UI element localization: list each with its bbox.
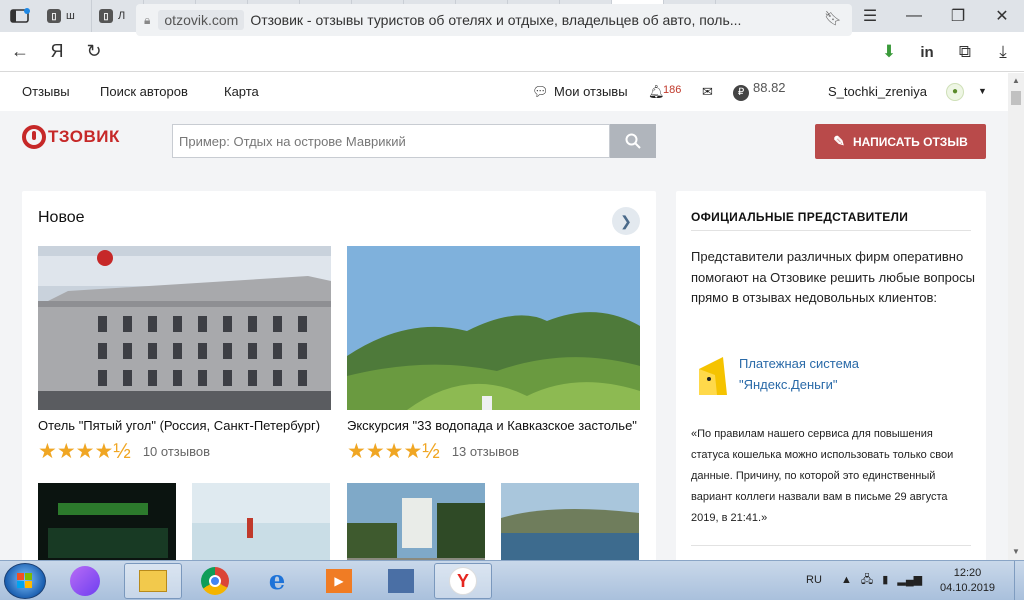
lock-icon[interactable]: 🔒︎ — [144, 13, 150, 28]
page-scrollbar[interactable]: ▲ ▼ — [1008, 73, 1024, 560]
item-title[interactable]: Отель "Пятый угол" (Россия, Санкт-Петерб… — [38, 418, 331, 433]
site-top-nav: Отзывы Поиск авторов Карта 💬︎ Мои отзывы… — [0, 73, 1008, 111]
scroll-up-icon[interactable]: ▲ — [1008, 73, 1024, 89]
url-page-title: Отзовик - отзывы туристов об отелях и от… — [250, 12, 742, 28]
site-header: ТЗОВИК Пример: Отдых на острове Маврикий… — [0, 111, 1008, 171]
back-arrow-icon[interactable]: ← — [0, 41, 40, 62]
page-body: Новое ❯ Отель "Пятый угол" (Россия, Санк… — [0, 171, 1008, 583]
points-value: 88.82 — [753, 80, 786, 95]
windows-taskbar: e ▶ Y RU ▲ 🖧︎ ▮ ▂▄▆ 12:20 04.10.2019 — [0, 560, 1024, 600]
username-link[interactable]: S_tochki_zreniya — [828, 84, 927, 99]
clock-time: 12:20 — [953, 567, 982, 579]
representatives-card: ОФИЦИАЛЬНЫЕ ПРЕДСТАВИТЕЛИ Представители … — [676, 191, 986, 583]
url-domain: otzovik.com — [158, 10, 245, 30]
search-input[interactable]: Пример: Отдых на острове Маврикий — [172, 124, 610, 158]
review-count[interactable]: 13 отзывов — [452, 444, 519, 459]
alice-icon[interactable] — [56, 563, 114, 599]
list-item[interactable]: Отель "Пятый угол" (Россия, Санкт-Петерб… — [38, 246, 331, 464]
tabs-menu-icon[interactable] — [0, 0, 40, 32]
mail-icon[interactable]: ✉ — [702, 84, 713, 100]
menu-icon[interactable]: ☰ — [848, 6, 892, 26]
search-button[interactable] — [610, 124, 656, 158]
system-clock[interactable]: 12:20 04.10.2019 — [940, 566, 995, 596]
chevron-down-icon[interactable]: ▼ — [978, 86, 987, 96]
media-player-icon[interactable]: ▶ — [310, 563, 368, 599]
restore-button[interactable]: ❐ — [936, 6, 980, 26]
write-review-button[interactable]: ✎ НАПИСАТЬ ОТЗЫВ — [815, 124, 986, 159]
page-icon: ▯ — [99, 9, 113, 23]
battery-icon[interactable]: ▮ — [882, 574, 888, 586]
browser-tab[interactable]: ▯ ш — [40, 0, 92, 32]
yandex-home-button[interactable]: Я — [40, 41, 74, 62]
divider — [691, 545, 971, 546]
new-section-title: Новое — [38, 209, 85, 226]
list-item[interactable]: Экскурсия "33 водопада и Кавказское заст… — [347, 246, 640, 464]
tab-label: ш — [66, 10, 75, 22]
excursion-photo[interactable] — [347, 246, 640, 410]
nav-author-search-link[interactable]: Поиск авторов — [100, 84, 188, 99]
pencil-icon: ✎ — [833, 133, 845, 149]
tab-label: Л — [118, 10, 126, 22]
network-icon[interactable]: 🖧︎ — [861, 574, 873, 586]
system-tray: RU ▲ 🖧︎ ▮ ▂▄▆ — [806, 571, 922, 590]
yandex-browser-icon[interactable]: Y — [434, 563, 492, 599]
nav-map-link[interactable]: Карта — [224, 84, 259, 99]
ruble-icon: ₽ — [733, 85, 749, 101]
notifications-count: 186 — [663, 84, 682, 96]
logo-text: ТЗОВИК — [48, 127, 120, 146]
logo-o-icon — [22, 125, 46, 149]
linkedin-icon[interactable]: in — [908, 44, 946, 61]
otzovik-logo[interactable]: ТЗОВИК — [22, 125, 120, 149]
reload-icon[interactable]: ↻ — [74, 41, 114, 62]
divider — [691, 230, 971, 231]
minimize-button[interactable]: — — [892, 7, 936, 25]
search-icon — [625, 133, 641, 149]
avatar[interactable]: ● — [946, 83, 964, 101]
url-field[interactable]: 🔒︎ otzovik.com Отзовик - отзывы туристов… — [136, 4, 852, 36]
representatives-text: Представители различных фирм оперативно … — [691, 249, 975, 305]
nav-reviews-link[interactable]: Отзывы — [22, 84, 70, 99]
close-window-button[interactable]: ✕ — [980, 6, 1024, 26]
download-icon[interactable]: ⤓ — [984, 42, 1022, 62]
item-title[interactable]: Экскурсия "33 водопада и Кавказское заст… — [347, 418, 640, 433]
explorer-icon[interactable] — [124, 563, 182, 599]
scroll-down-icon[interactable]: ▼ — [1008, 544, 1024, 560]
representative-quote[interactable]: «По правилам нашего сервиса для повышени… — [691, 424, 971, 529]
scrollbar-thumb[interactable] — [1011, 91, 1021, 105]
translate-icon[interactable]: ⧉ — [946, 42, 984, 62]
yandex-money-logo[interactable] — [697, 355, 729, 397]
chrome-icon[interactable] — [186, 563, 244, 599]
hotel-photo[interactable] — [38, 246, 331, 410]
app-icon[interactable] — [372, 563, 430, 599]
page-icon: ▯ — [47, 9, 61, 23]
rating-stars: ★★★★½ — [38, 440, 131, 463]
next-arrow-button[interactable]: ❯ — [612, 207, 640, 235]
extension-icon[interactable]: ⬇ — [870, 42, 908, 62]
language-indicator[interactable]: RU — [806, 574, 822, 586]
bookmark-icon[interactable]: 🔖︎ — [824, 10, 842, 27]
browser-toolbar: ⬇ in ⧉ ⤓ — [870, 32, 1022, 72]
write-review-label: НАПИСАТЬ ОТЗЫВ — [852, 134, 968, 149]
review-count[interactable]: 10 отзывов — [143, 444, 210, 459]
tray-expand-icon[interactable]: ▲ — [841, 574, 852, 586]
clock-date: 04.10.2019 — [940, 582, 996, 594]
start-button[interactable] — [4, 563, 46, 599]
signal-icon[interactable]: ▂▄▆ — [897, 574, 922, 586]
show-desktop-button[interactable] — [1014, 561, 1024, 600]
internet-explorer-icon[interactable]: e — [248, 563, 306, 599]
chat-icon[interactable]: 💬︎ — [532, 84, 549, 100]
my-reviews-link[interactable]: Мои отзывы — [554, 84, 628, 99]
rating-stars: ★★★★½ — [347, 440, 440, 463]
new-reviews-card: Новое ❯ Отель "Пятый угол" (Россия, Санк… — [22, 191, 656, 573]
company-link[interactable]: Платежная система "Яндекс.Деньги" — [739, 353, 909, 395]
representatives-title: ОФИЦИАЛЬНЫЕ ПРЕДСТАВИТЕЛИ — [691, 210, 909, 224]
